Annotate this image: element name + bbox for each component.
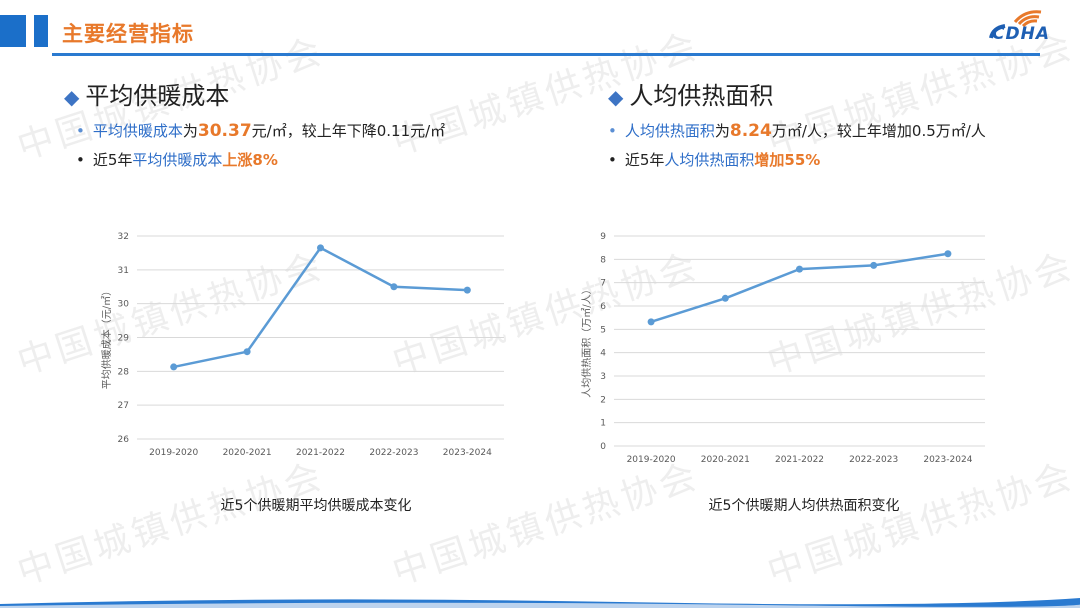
data-point <box>870 261 878 269</box>
x-tick-label: 2019-2020 <box>627 455 676 465</box>
y-tick-label: 0 <box>600 442 606 452</box>
area-per-capita-line-chart: 0 1 2 3 4 5 6 7 8 9 2019-2020 2020-2021 2021-2022 202… <box>580 232 985 465</box>
y-tick-label: 7 <box>600 279 606 289</box>
chart-caption-area-per-capita: 近5个供暖期人均供热面积变化 <box>708 498 900 514</box>
x-tick-label: 2023-2024 <box>923 455 972 465</box>
y-tick-label: 4 <box>600 349 606 359</box>
data-point <box>647 318 655 326</box>
y-tick-label: 1 <box>600 419 606 429</box>
y-tick-label: 5 <box>600 325 606 335</box>
series-line <box>650 252 949 324</box>
x-tick-label: 2022-2023 <box>849 455 898 465</box>
y-tick-label: 2 <box>600 395 606 405</box>
data-point <box>944 250 952 258</box>
y-tick-label: 3 <box>600 372 606 382</box>
y-tick-label: 6 <box>600 302 606 312</box>
x-tick-label: 2021-2022 <box>775 455 824 465</box>
y-tick-label: 9 <box>600 232 606 242</box>
bottom-decoration-wave <box>0 598 1080 608</box>
data-point <box>796 265 803 273</box>
chart-caption-heating-cost: 近5个供暖期平均供暖成本变化 <box>220 498 412 514</box>
data-point <box>721 294 729 302</box>
y-tick-label: 8 <box>600 255 606 265</box>
y-axis-label: 人均供热面积（万㎡/人） <box>580 284 593 397</box>
x-tick-label: 2020-2021 <box>701 455 750 465</box>
